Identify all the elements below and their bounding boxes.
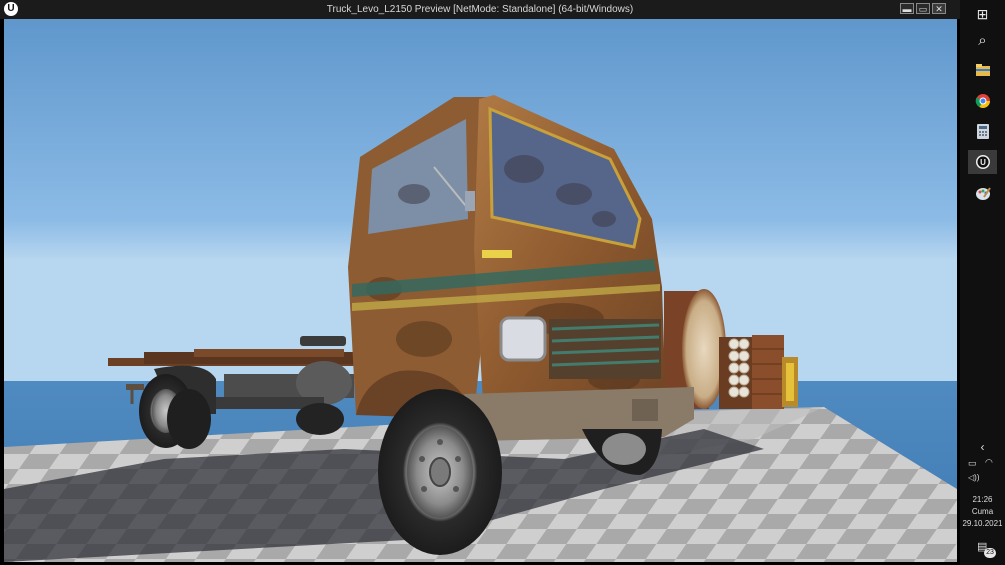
front-wheel — [378, 389, 502, 555]
unreal-engine-icon[interactable]: U — [968, 150, 997, 174]
battery-icon[interactable]: ▭ — [968, 458, 977, 469]
svg-text:U: U — [980, 158, 986, 167]
search-icon[interactable]: ⌕ — [968, 28, 997, 52]
window-title: Truck_Levo_L2150 Preview [NetMode: Stand… — [326, 4, 634, 15]
game-viewport[interactable] — [4, 19, 957, 562]
front-grille — [549, 319, 661, 379]
clock-time[interactable]: 21:26 — [960, 495, 1005, 504]
scene-render — [4, 19, 957, 562]
minimize-button[interactable]: ▬ — [900, 3, 914, 14]
chrome-icon[interactable] — [968, 89, 997, 113]
wifi-icon[interactable]: ◠ — [985, 457, 993, 468]
windows-taskbar: ⊞ ⌕ U ‹ ▭ ◠ ◁)) 21:26 Cuma 29.10.2021 ▤ … — [960, 0, 1005, 565]
paint-icon[interactable] — [968, 181, 997, 205]
headlight — [499, 316, 547, 362]
close-button[interactable]: ✕ — [932, 3, 946, 14]
window-titlebar[interactable]: U Truck_Levo_L2150 Preview [NetMode: Sta… — [0, 0, 960, 19]
maximize-button[interactable]: ▭ — [916, 3, 930, 14]
file-explorer-icon[interactable] — [968, 58, 997, 82]
windows-start-icon[interactable]: ⊞ — [968, 2, 997, 26]
clock-day[interactable]: Cuma — [960, 507, 1005, 516]
notification-count-badge: 23 — [984, 548, 996, 558]
show-hidden-icons-chevron-icon[interactable]: ‹ — [960, 440, 1005, 454]
calculator-icon[interactable] — [968, 119, 997, 143]
clock-date[interactable]: 29.10.2021 — [960, 519, 1005, 528]
amber-badge — [482, 250, 512, 258]
volume-icon[interactable]: ◁)) — [968, 473, 979, 482]
